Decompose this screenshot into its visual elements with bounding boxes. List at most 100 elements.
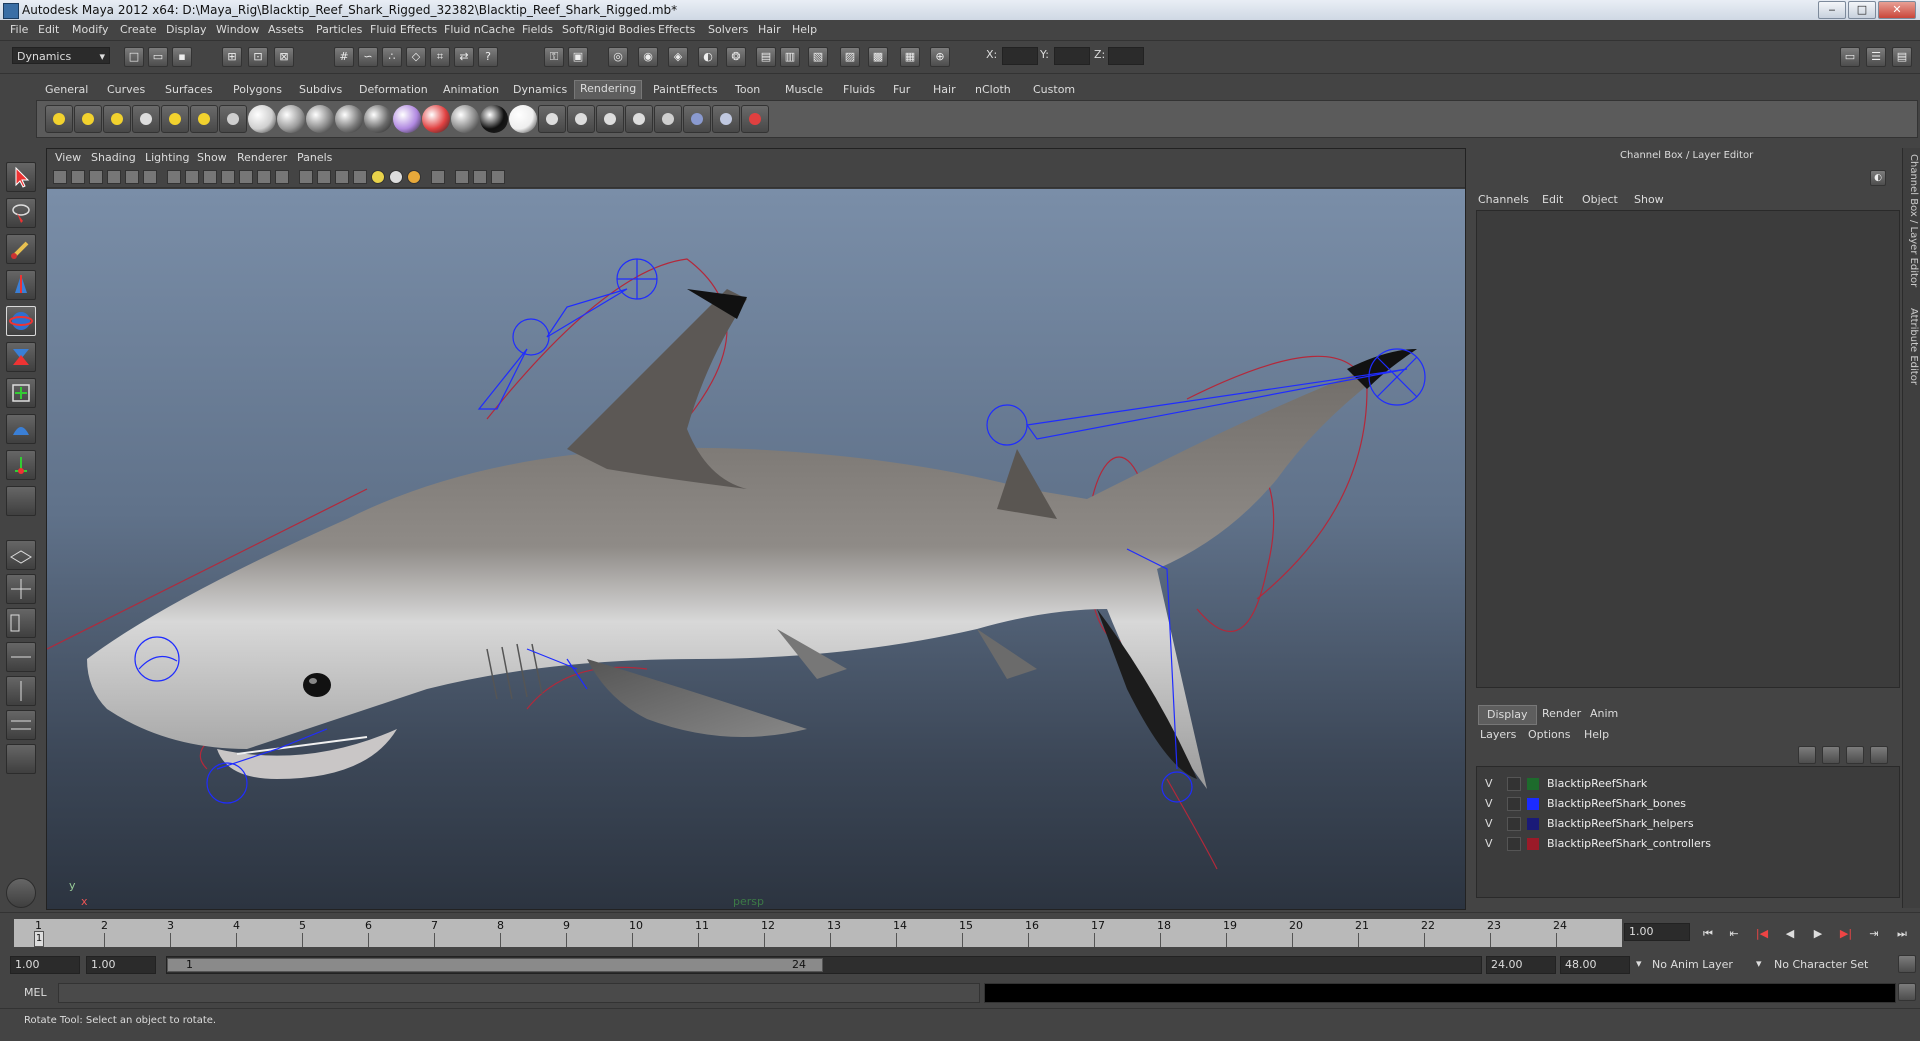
layer-color-swatch[interactable]: [1527, 798, 1539, 810]
layer-visibility-toggle[interactable]: V: [1485, 797, 1493, 810]
layer-type-toggle[interactable]: [1507, 837, 1521, 851]
film-gate-icon[interactable]: [185, 170, 199, 184]
menu-hair[interactable]: Hair: [758, 23, 781, 36]
output-icon[interactable]: ▥: [780, 47, 800, 67]
render-current-icon[interactable]: [538, 105, 566, 133]
layer-visibility-toggle[interactable]: V: [1485, 817, 1493, 830]
step-forward-key-icon[interactable]: ⇥: [1866, 926, 1882, 942]
ipr-icon[interactable]: ◉: [638, 47, 658, 67]
field-chart-icon[interactable]: [239, 170, 253, 184]
step-forward-frame-icon[interactable]: ▶|: [1838, 926, 1854, 942]
layer-menu-options[interactable]: Options: [1528, 728, 1570, 741]
vp-menu-shading[interactable]: Shading: [91, 151, 136, 164]
toolbox-more-icon[interactable]: [6, 744, 36, 774]
menu-solvers[interactable]: Solvers: [708, 23, 748, 36]
hypershade-icon[interactable]: [654, 105, 682, 133]
render-icon[interactable]: ❂: [726, 47, 746, 67]
single-perspective-layout-icon[interactable]: [6, 540, 36, 570]
command-input[interactable]: [58, 983, 980, 1003]
time-ruler[interactable]: 1 2 3 4 5 6 7 8 9 10 11 12 13 14 15 16 17 18 19 20 21 22 23 24 1: [14, 919, 1622, 947]
shelf-tab-rendering[interactable]: Rendering: [574, 80, 643, 99]
cb-menu-object[interactable]: Object: [1582, 193, 1618, 206]
start-time-field[interactable]: 1.00: [10, 956, 80, 974]
play-forwards-icon[interactable]: ▶: [1810, 926, 1826, 942]
shelf-tab-surfaces[interactable]: Surfaces: [160, 82, 218, 98]
step-back-key-icon[interactable]: ⇤: [1726, 926, 1742, 942]
menu-soft-rigid-bodies[interactable]: Soft/Rigid Bodies: [562, 23, 655, 36]
phonge-sphere-icon[interactable]: [335, 105, 363, 133]
relative-transform-icon[interactable]: ⊕: [930, 47, 950, 67]
resolution-gate-icon[interactable]: [203, 170, 217, 184]
layout-icon[interactable]: ▭: [1840, 47, 1860, 67]
rotate-tool-icon[interactable]: [6, 306, 36, 336]
ambient-light-icon[interactable]: [45, 105, 73, 133]
menu-window[interactable]: Window: [216, 23, 259, 36]
menu-modify[interactable]: Modify: [72, 23, 108, 36]
playback-start-field[interactable]: 1.00: [86, 956, 156, 974]
paint-brush-icon[interactable]: [741, 105, 769, 133]
camera-icon[interactable]: ▧: [808, 47, 828, 67]
current-frame-marker[interactable]: 1: [34, 931, 44, 947]
maximize-button[interactable]: □: [1848, 1, 1876, 19]
menu-edit[interactable]: Edit: [38, 23, 59, 36]
render-frame-icon[interactable]: ◎: [608, 47, 628, 67]
ipr-render-icon[interactable]: [567, 105, 595, 133]
save-scene-icon[interactable]: ▪: [172, 47, 192, 67]
smooth-shade-icon[interactable]: [317, 170, 331, 184]
show-manipulator-icon[interactable]: [6, 450, 36, 480]
move-tool-icon[interactable]: [6, 270, 36, 300]
volume-light-icon[interactable]: [190, 105, 218, 133]
anisotropic-sphere-icon[interactable]: [364, 105, 392, 133]
layer-row[interactable]: V BlacktipReefShark_controllers: [1477, 835, 1897, 853]
minimize-button[interactable]: ‒: [1818, 1, 1846, 19]
lock-icon[interactable]: ⚿: [544, 47, 564, 67]
layered-sphere-icon[interactable]: [422, 105, 450, 133]
menu-display[interactable]: Display: [166, 23, 207, 36]
select-highlight-icon[interactable]: ▣: [568, 47, 588, 67]
help-icon[interactable]: ?: [478, 47, 498, 67]
mental-ray-icon[interactable]: [712, 105, 740, 133]
animation-preferences-icon[interactable]: [1898, 955, 1916, 973]
gray-sphere-icon[interactable]: [451, 105, 479, 133]
spot-light-icon[interactable]: [132, 105, 160, 133]
select-object-icon[interactable]: ⊡: [248, 47, 268, 67]
quick-help-icon[interactable]: [6, 878, 36, 908]
go-to-end-icon[interactable]: ⏭: [1894, 926, 1910, 942]
step-back-frame-icon[interactable]: |◀: [1754, 926, 1770, 942]
two-d-pan-zoom-icon[interactable]: [125, 170, 139, 184]
xray-joints-icon[interactable]: [455, 170, 469, 184]
layer-tab-anim[interactable]: Anim: [1582, 705, 1626, 723]
graph-editor-icon[interactable]: ▦: [900, 47, 920, 67]
play-backwards-icon[interactable]: ◀: [1782, 926, 1798, 942]
soft-modification-icon[interactable]: [6, 414, 36, 444]
xray-icon[interactable]: [353, 170, 367, 184]
four-view-layout-icon[interactable]: [6, 574, 36, 604]
hypershade-button-icon[interactable]: ◐: [698, 47, 718, 67]
snap-point-icon[interactable]: ∴: [382, 47, 402, 67]
shelf-tab-hair[interactable]: Hair: [928, 82, 961, 98]
menu-help[interactable]: Help: [792, 23, 817, 36]
shelf-tab-deformation[interactable]: Deformation: [354, 82, 433, 98]
shelf-tab-custom[interactable]: Custom: [1028, 82, 1080, 98]
shelf-tab-painteffects[interactable]: PaintEffects: [648, 82, 723, 98]
shelf-tab-muscle[interactable]: Muscle: [780, 82, 828, 98]
channel-list[interactable]: [1476, 210, 1900, 688]
menu-assets[interactable]: Assets: [268, 23, 304, 36]
shelf-tab-curves[interactable]: Curves: [102, 82, 150, 98]
safe-action-icon[interactable]: [257, 170, 271, 184]
chevron-down-icon[interactable]: ▾: [1756, 957, 1762, 970]
uv-editor-icon[interactable]: ▩: [868, 47, 888, 67]
create-empty-layer-icon[interactable]: [1846, 746, 1864, 764]
cb-menu-edit[interactable]: Edit: [1542, 193, 1563, 206]
lasso-tool-icon[interactable]: [6, 198, 36, 228]
side-tab-attribute-editor[interactable]: Attribute Editor: [1905, 308, 1919, 385]
directional-light-icon[interactable]: [74, 105, 102, 133]
lambert-sphere-icon[interactable]: [248, 105, 276, 133]
new-scene-icon[interactable]: □: [124, 47, 144, 67]
shelf-tab-ncloth[interactable]: nCloth: [970, 82, 1016, 98]
ramp-sphere-icon[interactable]: [393, 105, 421, 133]
point-light-icon[interactable]: [103, 105, 131, 133]
shelf-tab-fluids[interactable]: Fluids: [838, 82, 880, 98]
current-time-field[interactable]: 1.00: [1624, 923, 1690, 941]
high-quality-icon[interactable]: [491, 170, 505, 184]
